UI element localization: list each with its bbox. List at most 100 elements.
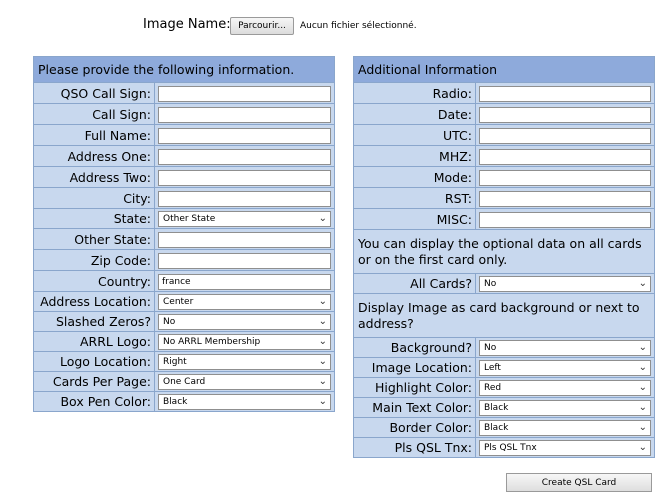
cards-per-page-select[interactable]: One Card ⌄ (158, 373, 332, 390)
chevron-down-icon: ⌄ (638, 277, 647, 289)
address-two-input[interactable] (158, 170, 332, 186)
rst-label: RST: (353, 187, 476, 209)
form-row: Address Two: (33, 166, 336, 188)
form-row: Slashed Zeros? No ⌄ (33, 311, 336, 332)
pls-qsl-tnx-select[interactable]: Pls QSL Tnx ⌄ (479, 439, 651, 456)
rst-input[interactable] (479, 191, 651, 207)
image-placement-note: Display Image as card background or next… (353, 293, 655, 338)
additional-form-header: Additional Information (353, 56, 655, 83)
chevron-down-icon: ⌄ (638, 441, 647, 453)
date-label: Date: (353, 103, 476, 125)
call-sign-label: Call Sign: (33, 103, 155, 125)
form-row: Box Pen Color: Black ⌄ (33, 391, 336, 412)
image-location-select[interactable]: Left ⌄ (479, 359, 651, 376)
zip-code-label: Zip Code: (33, 249, 155, 271)
mhz-label: MHZ: (353, 145, 476, 167)
mode-input[interactable] (479, 170, 651, 186)
all-cards-select-value: No (484, 278, 497, 289)
cards-per-page-label: Cards Per Page: (33, 371, 155, 392)
slashed-zeros-select-value: No (163, 316, 176, 327)
main-text-color-select[interactable]: Black ⌄ (479, 399, 651, 416)
box-pen-color-select-value: Black (163, 396, 188, 407)
qso-call-sign-input[interactable] (158, 86, 332, 102)
logo-location-select[interactable]: Right ⌄ (158, 353, 332, 370)
radio-input[interactable] (479, 86, 651, 102)
slashed-zeros-select[interactable]: No ⌄ (158, 313, 332, 330)
logo-location-select-value: Right (163, 356, 187, 367)
background-label: Background? (353, 337, 476, 358)
city-label: City: (33, 187, 155, 209)
browse-button[interactable]: Parcourir... (230, 17, 294, 35)
all-cards-select[interactable]: No ⌄ (479, 275, 651, 292)
form-row: Date: (353, 103, 655, 125)
address-location-select[interactable]: Center ⌄ (158, 293, 332, 310)
zip-code-input[interactable] (158, 253, 332, 269)
form-row: Address One: (33, 145, 336, 167)
form-row: MHZ: (353, 145, 655, 167)
city-input[interactable] (158, 191, 332, 207)
pls-qsl-tnx-label: Pls QSL Tnx: (353, 437, 476, 458)
chevron-down-icon: ⌄ (318, 315, 328, 327)
mode-label: Mode: (353, 166, 476, 188)
form-row: Other State: (33, 228, 336, 250)
utc-label: UTC: (353, 124, 476, 146)
create-qsl-card-button[interactable]: Create QSL Card (506, 473, 652, 492)
slashed-zeros-label: Slashed Zeros? (33, 311, 155, 332)
highlight-color-select-value: Red (484, 382, 502, 393)
image-location-select-value: Left (484, 362, 501, 373)
background-select[interactable]: No ⌄ (479, 339, 651, 356)
form-row: QSO Call Sign: (33, 82, 336, 104)
country-label: Country: (33, 270, 155, 292)
chevron-down-icon: ⌄ (318, 295, 328, 307)
form-row: Image Location: Left ⌄ (353, 357, 655, 378)
form-row: RST: (353, 187, 655, 209)
chevron-down-icon: ⌄ (638, 381, 647, 393)
form-row: State: Other State ⌄ (33, 208, 336, 229)
form-row: Address Location: Center ⌄ (33, 291, 336, 312)
form-row: Call Sign: (33, 103, 336, 125)
arrl-logo-select[interactable]: No ARRL Membership ⌄ (158, 333, 332, 350)
form-row: Logo Location: Right ⌄ (33, 351, 336, 372)
border-color-select[interactable]: Black ⌄ (479, 419, 651, 436)
image-location-label: Image Location: (353, 357, 476, 378)
misc-label: MISC: (353, 208, 476, 230)
info-form-header: Please provide the following information… (32, 56, 336, 83)
background-select-value: No (484, 342, 497, 353)
misc-input[interactable] (479, 212, 651, 228)
cards-per-page-select-value: One Card (163, 376, 206, 387)
logo-location-label: Logo Location: (33, 351, 155, 372)
date-input[interactable] (479, 107, 651, 123)
form-row: Highlight Color: Red ⌄ (353, 377, 655, 398)
main-text-color-label: Main Text Color: (353, 397, 476, 418)
pls-qsl-tnx-select-value: Pls QSL Tnx (484, 442, 537, 453)
box-pen-color-select[interactable]: Black ⌄ (158, 393, 332, 410)
country-input[interactable] (158, 274, 332, 290)
form-row: UTC: (353, 124, 655, 146)
optional-data-note: You can display the optional data on all… (353, 229, 655, 274)
full-name-input[interactable] (158, 128, 332, 144)
call-sign-input[interactable] (158, 107, 332, 123)
mhz-input[interactable] (479, 149, 651, 165)
highlight-color-select[interactable]: Red ⌄ (479, 379, 651, 396)
address-one-label: Address One: (33, 145, 155, 167)
image-name-label: Image Name: (143, 17, 231, 32)
highlight-color-label: Highlight Color: (353, 377, 476, 398)
border-color-select-value: Black (484, 422, 509, 433)
address-one-input[interactable] (158, 149, 332, 165)
state-label: State: (33, 208, 155, 229)
box-pen-color-label: Box Pen Color: (33, 391, 155, 412)
form-row: Radio: (353, 82, 655, 104)
state-select-value: Other State (163, 213, 216, 224)
chevron-down-icon: ⌄ (318, 335, 328, 347)
form-row: Zip Code: (33, 249, 336, 271)
other-state-input[interactable] (158, 232, 332, 248)
chevron-down-icon: ⌄ (638, 341, 647, 353)
state-select[interactable]: Other State ⌄ (158, 210, 332, 227)
chevron-down-icon: ⌄ (638, 361, 647, 373)
utc-input[interactable] (479, 128, 651, 144)
chevron-down-icon: ⌄ (638, 421, 647, 433)
chevron-down-icon: ⌄ (318, 355, 328, 367)
main-text-color-select-value: Black (484, 402, 509, 413)
form-row: Full Name: (33, 124, 336, 146)
chevron-down-icon: ⌄ (638, 401, 647, 413)
